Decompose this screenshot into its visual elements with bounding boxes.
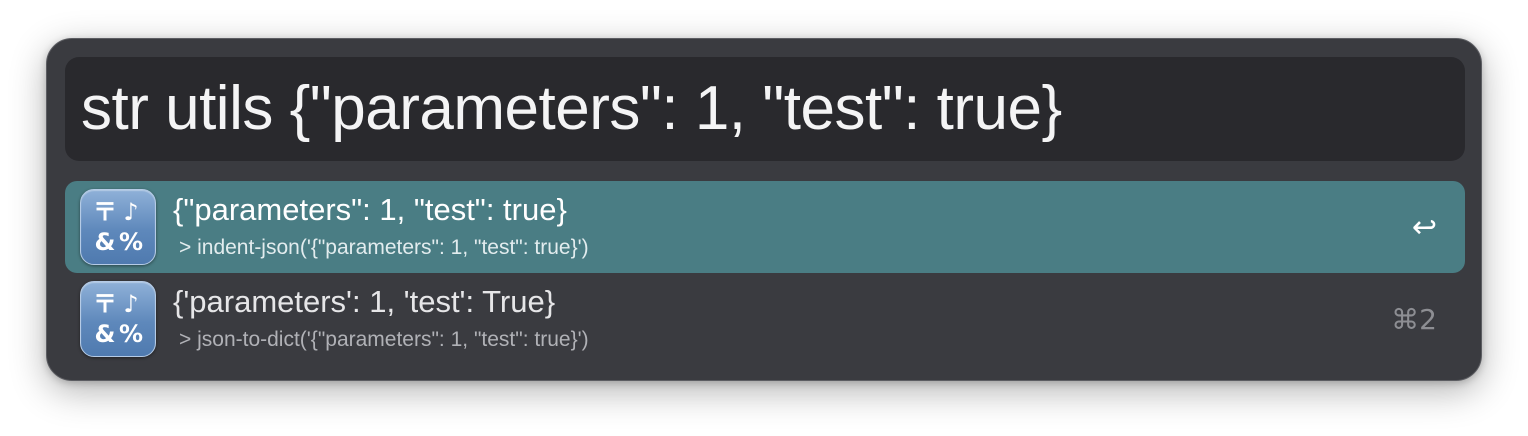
result-subtitle: > indent-json('{"parameters": 1, "test":…: [179, 236, 589, 259]
command-shortcut-label: ⌘2: [1391, 302, 1437, 336]
launcher-window: str utils {"parameters": 1, "test": true…: [46, 38, 1482, 381]
result-item-json-to-dict[interactable]: 〒 ♪ & % {'parameters': 1, 'test': True} …: [65, 273, 1465, 365]
percent-glyph: %: [118, 320, 144, 348]
search-query-text[interactable]: str utils {"parameters": 1, "test": true…: [81, 78, 1062, 140]
result-title: {'parameters': 1, 'test': True}: [173, 284, 556, 319]
postal-mark-glyph: 〒: [93, 198, 117, 226]
search-input[interactable]: str utils {"parameters": 1, "test": true…: [65, 57, 1465, 161]
percent-glyph: %: [118, 228, 144, 256]
ampersand-glyph: &: [94, 320, 116, 348]
music-note-glyph: ♪: [123, 198, 139, 226]
result-title: {"parameters": 1, "test": true}: [173, 192, 567, 227]
result-item-indent-json[interactable]: 〒 ♪ & % {"parameters": 1, "test": true} …: [65, 181, 1465, 273]
result-subtitle: > json-to-dict('{"parameters": 1, "test"…: [179, 328, 589, 351]
symbols-icon: 〒 ♪ & %: [80, 189, 156, 265]
ampersand-glyph: &: [94, 228, 116, 256]
postal-mark-glyph: 〒: [93, 290, 117, 318]
return-key-icon: ↩: [1411, 209, 1437, 245]
music-note-glyph: ♪: [123, 290, 139, 318]
symbols-icon: 〒 ♪ & %: [80, 281, 156, 357]
